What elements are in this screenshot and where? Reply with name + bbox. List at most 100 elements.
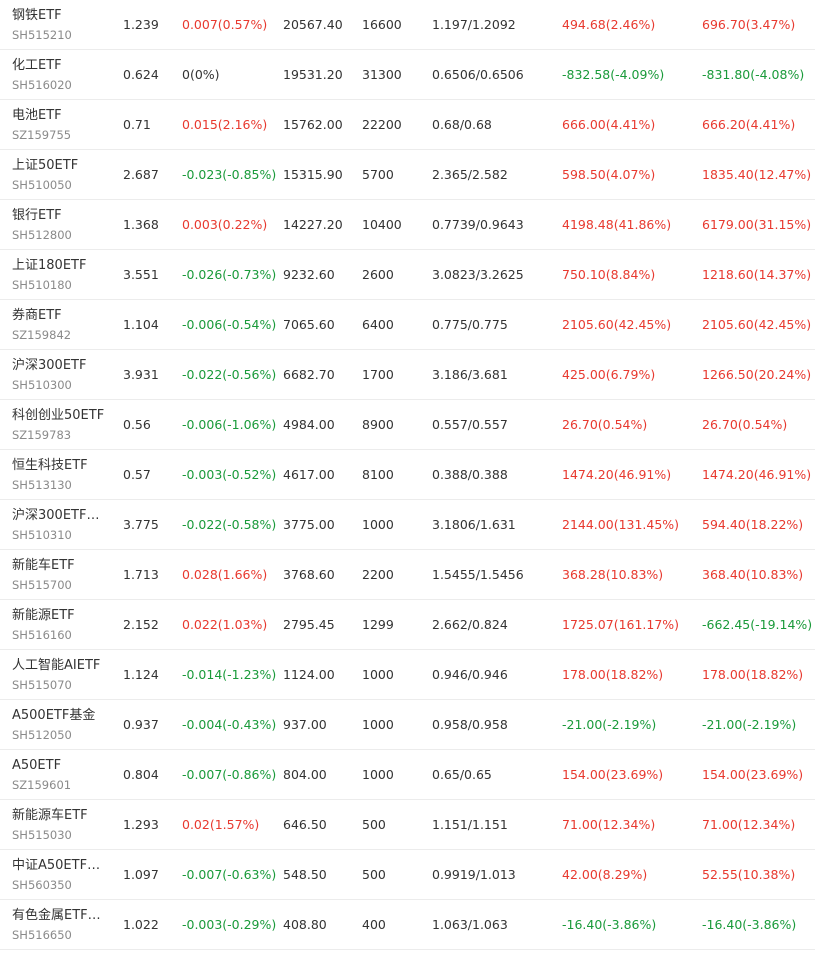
quantity-cell: 2600 (362, 267, 394, 282)
profit-loss-cell: 494.68(2.46%) (562, 17, 656, 32)
market-value-cell: 20567.40 (283, 17, 343, 32)
table-row[interactable]: 化工ETF SH516020 0.624 0(0%) 19531.20 31300 0.65… (0, 50, 815, 100)
profit-loss-cell: 2105.60(42.45%) (562, 317, 672, 332)
security-code: SH510180 (12, 277, 72, 292)
security-name: 新能源ETF (12, 607, 75, 623)
total-profit-loss-cell: 1835.40(12.47%) (702, 167, 812, 182)
security-code: SH510300 (12, 377, 72, 392)
table-row[interactable]: 中证A50ETF… SH560350 1.097 -0.007(-0.63%) 548.… (0, 850, 815, 900)
total-profit-loss-cell: 1474.20(46.91%) (702, 467, 812, 482)
price-cell: 0.937 (123, 717, 159, 732)
profit-loss-cell: 4198.48(41.86%) (562, 217, 672, 232)
security-code: SH515210 (12, 27, 72, 42)
security-name: 上证50ETF (12, 157, 79, 173)
change-cell: 0(0%) (182, 67, 220, 82)
profit-loss-cell: 71.00(12.34%) (562, 817, 656, 832)
security-code: SH515070 (12, 677, 72, 692)
price-cell: 0.804 (123, 767, 159, 782)
security-name: 人工智能AIETF (12, 657, 101, 673)
change-cell: -0.026(-0.73%) (182, 267, 277, 282)
table-row[interactable]: 有色金属ETF… SH516650 1.022 -0.003(-0.29%) 408.8… (0, 900, 815, 950)
security-code: SH512050 (12, 727, 72, 742)
total-profit-loss-cell: 71.00(12.34%) (702, 817, 796, 832)
cost-cell: 0.65/0.65 (432, 767, 492, 782)
profit-loss-cell: -832.58(-4.09%) (562, 67, 665, 82)
quantity-cell: 1000 (362, 717, 394, 732)
total-profit-loss-cell: 26.70(0.54%) (702, 417, 788, 432)
security-name: 上证180ETF (12, 257, 87, 273)
table-row[interactable]: A50ETF SZ159601 0.804 -0.007(-0.86%) 804.00 1… (0, 750, 815, 800)
security-name-cell: 有色金属ETF… SH516650 (12, 900, 110, 949)
security-code: SH510050 (12, 177, 72, 192)
cost-cell: 3.1806/1.631 (432, 517, 516, 532)
change-cell: -0.022(-0.56%) (182, 367, 277, 382)
market-value-cell: 408.80 (283, 917, 327, 932)
table-row[interactable]: 券商ETF SZ159842 1.104 -0.006(-0.54%) 7065.60 6… (0, 300, 815, 350)
price-cell: 0.57 (123, 467, 151, 482)
market-value-cell: 4984.00 (283, 417, 335, 432)
security-name-cell: 新能源车ETF SH515030 (12, 800, 110, 849)
table-row[interactable]: 科创创业50ETF SZ159783 0.56 -0.006(-1.06%) 4984.… (0, 400, 815, 450)
security-name: 新能源车ETF (12, 807, 88, 823)
quantity-cell: 31300 (362, 67, 402, 82)
quantity-cell: 1000 (362, 767, 394, 782)
table-row[interactable]: 上证50ETF SH510050 2.687 -0.023(-0.85%) 15315.… (0, 150, 815, 200)
table-row[interactable]: 沪深300ETF… SH510310 3.775 -0.022(-0.58%) 3775… (0, 500, 815, 550)
total-profit-loss-cell: 178.00(18.82%) (702, 667, 804, 682)
profit-loss-cell: 666.00(4.41%) (562, 117, 656, 132)
security-code: SH513130 (12, 477, 72, 492)
table-row[interactable]: 新能源ETF SH516160 2.152 0.022(1.03%) 2795.45 12… (0, 600, 815, 650)
market-value-cell: 14227.20 (283, 217, 343, 232)
cost-cell: 0.775/0.775 (432, 317, 508, 332)
price-cell: 0.56 (123, 417, 151, 432)
profit-loss-cell: 750.10(8.84%) (562, 267, 656, 282)
total-profit-loss-cell: 368.40(10.83%) (702, 567, 804, 582)
quantity-cell: 1000 (362, 517, 394, 532)
table-row[interactable]: 新能车ETF SH515700 1.713 0.028(1.66%) 3768.60 22… (0, 550, 815, 600)
price-cell: 0.71 (123, 117, 151, 132)
security-name-cell: 化工ETF SH516020 (12, 50, 110, 99)
quantity-cell: 22200 (362, 117, 402, 132)
total-profit-loss-cell: -662.45(-19.14%) (702, 617, 813, 632)
price-cell: 3.551 (123, 267, 159, 282)
profit-loss-cell: 178.00(18.82%) (562, 667, 664, 682)
cost-cell: 2.365/2.582 (432, 167, 508, 182)
market-value-cell: 4617.00 (283, 467, 335, 482)
total-profit-loss-cell: 2105.60(42.45%) (702, 317, 812, 332)
profit-loss-cell: 154.00(23.69%) (562, 767, 664, 782)
table-row[interactable]: 钢铁ETF SH515210 1.239 0.007(0.57%) 20567.40 16… (0, 0, 815, 50)
security-code: SH510310 (12, 527, 72, 542)
security-name: 电池ETF (12, 107, 62, 123)
quantity-cell: 1700 (362, 367, 394, 382)
table-row[interactable]: 电池ETF SZ159755 0.71 0.015(2.16%) 15762.00 222… (0, 100, 815, 150)
table-row[interactable]: 上证180ETF SH510180 3.551 -0.026(-0.73%) 9232.… (0, 250, 815, 300)
table-row[interactable]: 银行ETF SH512800 1.368 0.003(0.22%) 14227.20 10… (0, 200, 815, 250)
profit-loss-cell: 42.00(8.29%) (562, 867, 648, 882)
market-value-cell: 6682.70 (283, 367, 335, 382)
table-row[interactable]: 恒生科技ETF SH513130 0.57 -0.003(-0.52%) 4617.00… (0, 450, 815, 500)
security-name-cell: 沪深300ETF SH510300 (12, 350, 110, 399)
security-name-cell: 电池ETF SZ159755 (12, 100, 110, 149)
total-profit-loss-cell: 666.20(4.41%) (702, 117, 796, 132)
change-cell: -0.014(-1.23%) (182, 667, 277, 682)
change-cell: 0.015(2.16%) (182, 117, 268, 132)
quantity-cell: 8900 (362, 417, 394, 432)
price-cell: 1.097 (123, 867, 159, 882)
table-row[interactable]: A500ETF基金 SH512050 0.937 -0.004(-0.43%) 937.… (0, 700, 815, 750)
security-name-cell: 科创创业50ETF SZ159783 (12, 400, 110, 449)
quantity-cell: 500 (362, 867, 386, 882)
security-name: 银行ETF (12, 207, 62, 223)
quantity-cell: 2200 (362, 567, 394, 582)
table-row[interactable]: 人工智能AIETF SH515070 1.124 -0.014(-1.23%) 1124… (0, 650, 815, 700)
table-row[interactable]: 新能源车ETF SH515030 1.293 0.02(1.57%) 646.50 500… (0, 800, 815, 850)
security-code: SH516160 (12, 627, 72, 642)
table-row[interactable]: 沪深300ETF SH510300 3.931 -0.022(-0.56%) 6682.… (0, 350, 815, 400)
total-profit-loss-cell: 52.55(10.38%) (702, 867, 796, 882)
price-cell: 1.239 (123, 17, 159, 32)
price-cell: 1.713 (123, 567, 159, 582)
quantity-cell: 10400 (362, 217, 402, 232)
change-cell: -0.007(-0.63%) (182, 867, 277, 882)
profit-loss-cell: 425.00(6.79%) (562, 367, 656, 382)
security-name-cell: A500ETF基金 SH512050 (12, 700, 110, 749)
security-code: SZ159601 (12, 777, 72, 792)
